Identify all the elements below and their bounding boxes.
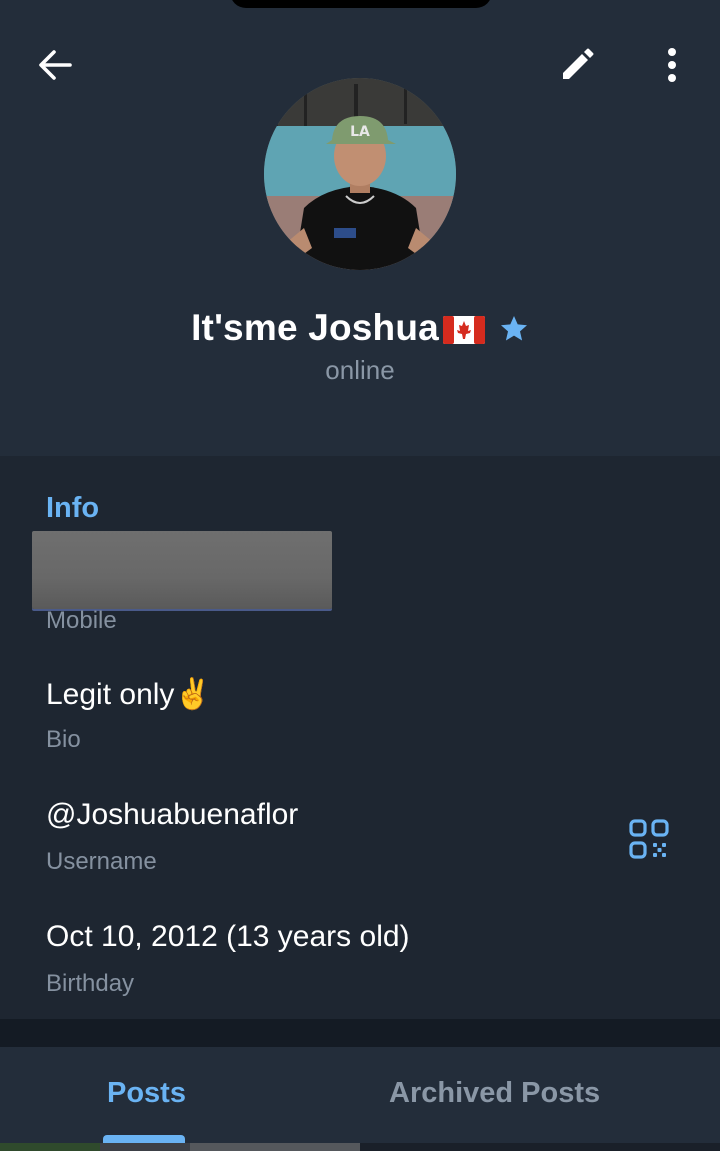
- post-thumbnail[interactable]: [190, 1143, 360, 1151]
- qr-code-button[interactable]: [622, 812, 676, 866]
- redacted-phone-number: [32, 531, 332, 609]
- section-divider: [0, 1019, 720, 1047]
- media-tabs: Posts Archived Posts: [0, 1047, 720, 1143]
- info-section-title: Info: [46, 492, 100, 524]
- active-tab-indicator: [103, 1135, 185, 1143]
- profile-header: LA It'sme Joshua online: [0, 0, 720, 456]
- svg-text:LA: LA: [350, 124, 370, 140]
- star-icon[interactable]: [499, 314, 529, 344]
- qr-code-icon: [629, 819, 669, 859]
- online-status: online: [325, 355, 395, 385]
- tab-posts[interactable]: Posts: [107, 1077, 186, 1110]
- post-thumbnail[interactable]: [100, 1143, 190, 1151]
- birthday-value[interactable]: Oct 10, 2012 (13 years old): [46, 920, 410, 954]
- edit-button[interactable]: [548, 38, 606, 92]
- birthday-label: Birthday: [46, 970, 135, 997]
- avatar-photo: LA: [264, 78, 456, 270]
- posts-thumbnail-strip: [0, 1143, 720, 1151]
- back-button[interactable]: [25, 40, 85, 90]
- profile-name: It'sme Joshua: [191, 307, 439, 348]
- bio-label: Bio: [46, 726, 81, 753]
- canada-flag-icon: [442, 316, 485, 344]
- profile-name-row: It'sme Joshua: [0, 300, 720, 356]
- camera-notch: [230, 0, 492, 8]
- arrow-left-icon: [39, 50, 72, 80]
- post-thumbnail[interactable]: [0, 1143, 100, 1151]
- bio-value[interactable]: Legit only✌️: [46, 677, 212, 712]
- username-label: Username: [46, 848, 157, 875]
- more-options-button[interactable]: [648, 38, 696, 92]
- tab-archived-posts[interactable]: Archived Posts: [389, 1077, 600, 1110]
- more-vertical-icon: [668, 48, 676, 82]
- username-value[interactable]: @Joshuabuenaflor: [46, 798, 298, 832]
- mobile-label: Mobile: [46, 607, 117, 634]
- profile-avatar[interactable]: LA: [264, 78, 456, 270]
- pencil-icon: [563, 48, 594, 79]
